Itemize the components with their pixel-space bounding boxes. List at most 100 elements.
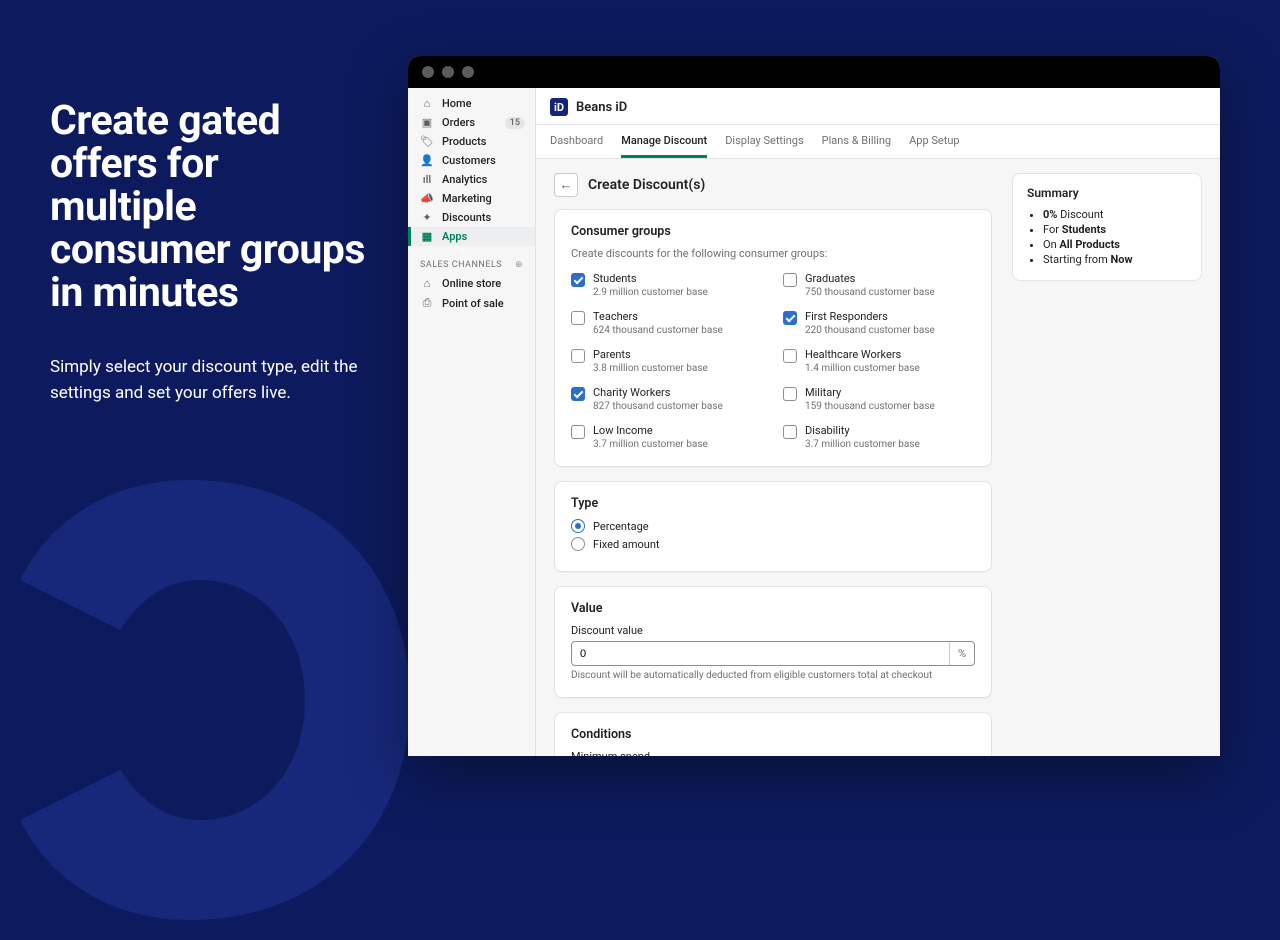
checkbox-icon — [783, 425, 797, 439]
percent-suffix: % — [949, 642, 974, 665]
marketing-headline: Create gated offers for multiple consume… — [50, 100, 370, 315]
radio-icon — [571, 519, 585, 533]
sidebar-item-label: Products — [442, 135, 486, 148]
group-checkbox-disability[interactable]: Disability3.7 million customer base — [783, 424, 975, 450]
orders-icon: ▣ — [420, 116, 434, 129]
group-label: Low Income — [593, 424, 708, 437]
checkbox-icon — [571, 311, 585, 325]
group-checkbox-students[interactable]: Students 2.9 million customer base — [571, 272, 763, 298]
summary-line-starting: Starting from Now — [1043, 253, 1187, 266]
sidebar-item-orders[interactable]: ▣ Orders 15 — [408, 113, 535, 132]
group-label: Healthcare Workers — [805, 348, 920, 361]
consumer-groups-subtitle: Create discounts for the following consu… — [571, 247, 975, 260]
type-radio-percentage[interactable]: Percentage — [571, 519, 975, 533]
radio-label: Percentage — [593, 520, 649, 533]
group-sublabel: 750 thousand customer base — [805, 287, 935, 298]
tab-app-setup[interactable]: App Setup — [909, 125, 959, 158]
sidebar-item-discounts[interactable]: ✦ Discounts — [408, 208, 535, 227]
group-label: Teachers — [593, 310, 723, 323]
consumer-groups-title: Consumer groups — [571, 224, 975, 239]
channel-item-online-store[interactable]: ⌂Online store — [408, 274, 535, 293]
sidebar-badge: 15 — [505, 117, 525, 129]
sidebar-item-label: Discounts — [442, 211, 491, 224]
add-channel-icon[interactable]: ⊕ — [515, 260, 523, 270]
apps-icon: ▦ — [420, 230, 434, 243]
group-checkbox-teachers[interactable]: Teachers624 thousand customer base — [571, 310, 763, 336]
channel-item-label: Online store — [442, 277, 501, 290]
window-minimize-dot[interactable] — [442, 66, 454, 78]
checkbox-icon — [783, 273, 797, 287]
group-checkbox-healthcare-workers[interactable]: Healthcare Workers 1.4 million customer b… — [783, 348, 975, 374]
summary-card: Summary 0% Discount For Students On All … — [1012, 173, 1202, 281]
marketing-icon: 📣 — [420, 192, 434, 205]
discount-value-input-wrap: % — [571, 641, 975, 666]
discount-value-help: Discount will be automatically deducted … — [571, 670, 975, 681]
group-checkbox-first-responders[interactable]: First Responders220 thousand customer ba… — [783, 310, 975, 336]
sales-channels-header: SALES CHANNELS ⊕ — [408, 246, 535, 274]
group-sublabel: 3.8 million customer base — [593, 363, 708, 374]
admin-sidebar: ⌂ Home ▣ Orders 15 🏷 Products 👤 Customers ıllAnal… — [408, 88, 536, 756]
group-checkbox-parents[interactable]: Parents3.8 million customer base — [571, 348, 763, 374]
page-title: Create Discount(s) — [588, 177, 705, 193]
sidebar-item-products[interactable]: 🏷 Products — [408, 132, 535, 151]
sidebar-item-label: Marketing — [442, 192, 492, 205]
group-label: Students — [593, 272, 708, 285]
checkbox-icon — [571, 349, 585, 363]
summary-line-discount: 0% Discount — [1043, 208, 1187, 221]
sidebar-item-label: Orders — [442, 116, 475, 129]
tab-display-settings[interactable]: Display Settings — [725, 125, 803, 158]
sidebar-item-analytics[interactable]: ıllAnalytics — [408, 170, 535, 189]
group-label: Graduates — [805, 272, 935, 285]
app-tabs: Dashboard Manage Discount Display Settings… — [536, 125, 1220, 159]
sidebar-item-marketing[interactable]: 📣 Marketing — [408, 189, 535, 208]
radio-icon — [571, 537, 585, 551]
summary-line-on: On All Products — [1043, 238, 1187, 251]
home-icon: ⌂ — [420, 97, 434, 110]
main-content: iD Beans iD Dashboard Manage Discount Disp… — [536, 88, 1220, 756]
checkbox-icon — [571, 387, 585, 401]
app-logo: iD — [550, 98, 568, 116]
group-checkbox-charity-workers[interactable]: Charity Workers827 thousand customer bas… — [571, 386, 763, 412]
window-close-dot[interactable] — [422, 66, 434, 78]
window-zoom-dot[interactable] — [462, 66, 474, 78]
checkbox-icon — [783, 349, 797, 363]
customers-icon: 👤 — [420, 154, 434, 167]
checkbox-icon — [783, 387, 797, 401]
channel-item-point-of-sale[interactable]: ⎙ Point of sale — [408, 293, 535, 313]
app-name: Beans iD — [576, 100, 627, 115]
discount-value-input[interactable] — [572, 642, 949, 665]
products-icon: 🏷 — [420, 135, 434, 148]
group-sublabel: 1.4 million customer base — [805, 363, 920, 374]
group-checkbox-military[interactable]: Military159 thousand customer base — [783, 386, 975, 412]
back-button[interactable]: ← — [554, 173, 578, 197]
background-brand-shape — [0, 440, 440, 940]
group-sublabel: 2.9 million customer base — [593, 287, 708, 298]
type-title: Type — [571, 496, 975, 511]
sidebar-item-home[interactable]: ⌂ Home — [408, 94, 535, 113]
discounts-icon: ✦ — [420, 211, 434, 224]
summary-line-for: For Students — [1043, 223, 1187, 236]
analytics-icon: ıll — [420, 173, 434, 186]
summary-title: Summary — [1027, 186, 1187, 200]
channel-item-label: Point of sale — [442, 297, 504, 310]
sidebar-item-customers[interactable]: 👤 Customers — [408, 151, 535, 170]
sidebar-item-apps[interactable]: ▦Apps — [408, 227, 535, 246]
tab-plans-billing[interactable]: Plans & Billing — [822, 125, 891, 158]
discount-value-label: Discount value — [571, 624, 975, 637]
sidebar-item-label: Home — [442, 97, 472, 110]
group-sublabel: 3.7 million customer base — [805, 439, 920, 450]
tab-dashboard[interactable]: Dashboard — [550, 125, 603, 158]
app-header: iD Beans iD — [536, 88, 1220, 125]
group-checkbox-graduates[interactable]: Graduates 750 thousand customer base — [783, 272, 975, 298]
value-title: Value — [571, 601, 975, 616]
app-window: ⌂ Home ▣ Orders 15 🏷 Products 👤 Customers ıllAnal… — [408, 56, 1220, 756]
conditions-card: Conditions Minimum spend £ ▲ ▼ — [554, 712, 992, 756]
checkbox-icon — [571, 273, 585, 287]
group-checkbox-low-income[interactable]: Low Income 3.7 million customer base — [571, 424, 763, 450]
group-sublabel: 3.7 million customer base — [593, 439, 708, 450]
type-radio-fixed-amount[interactable]: Fixed amount — [571, 537, 975, 551]
tab-manage-discount[interactable]: Manage Discount — [621, 125, 707, 158]
pos-icon: ⎙ — [420, 296, 434, 310]
sidebar-item-label: Customers — [442, 154, 496, 167]
type-card: Type Percentage Fixed amount — [554, 481, 992, 572]
